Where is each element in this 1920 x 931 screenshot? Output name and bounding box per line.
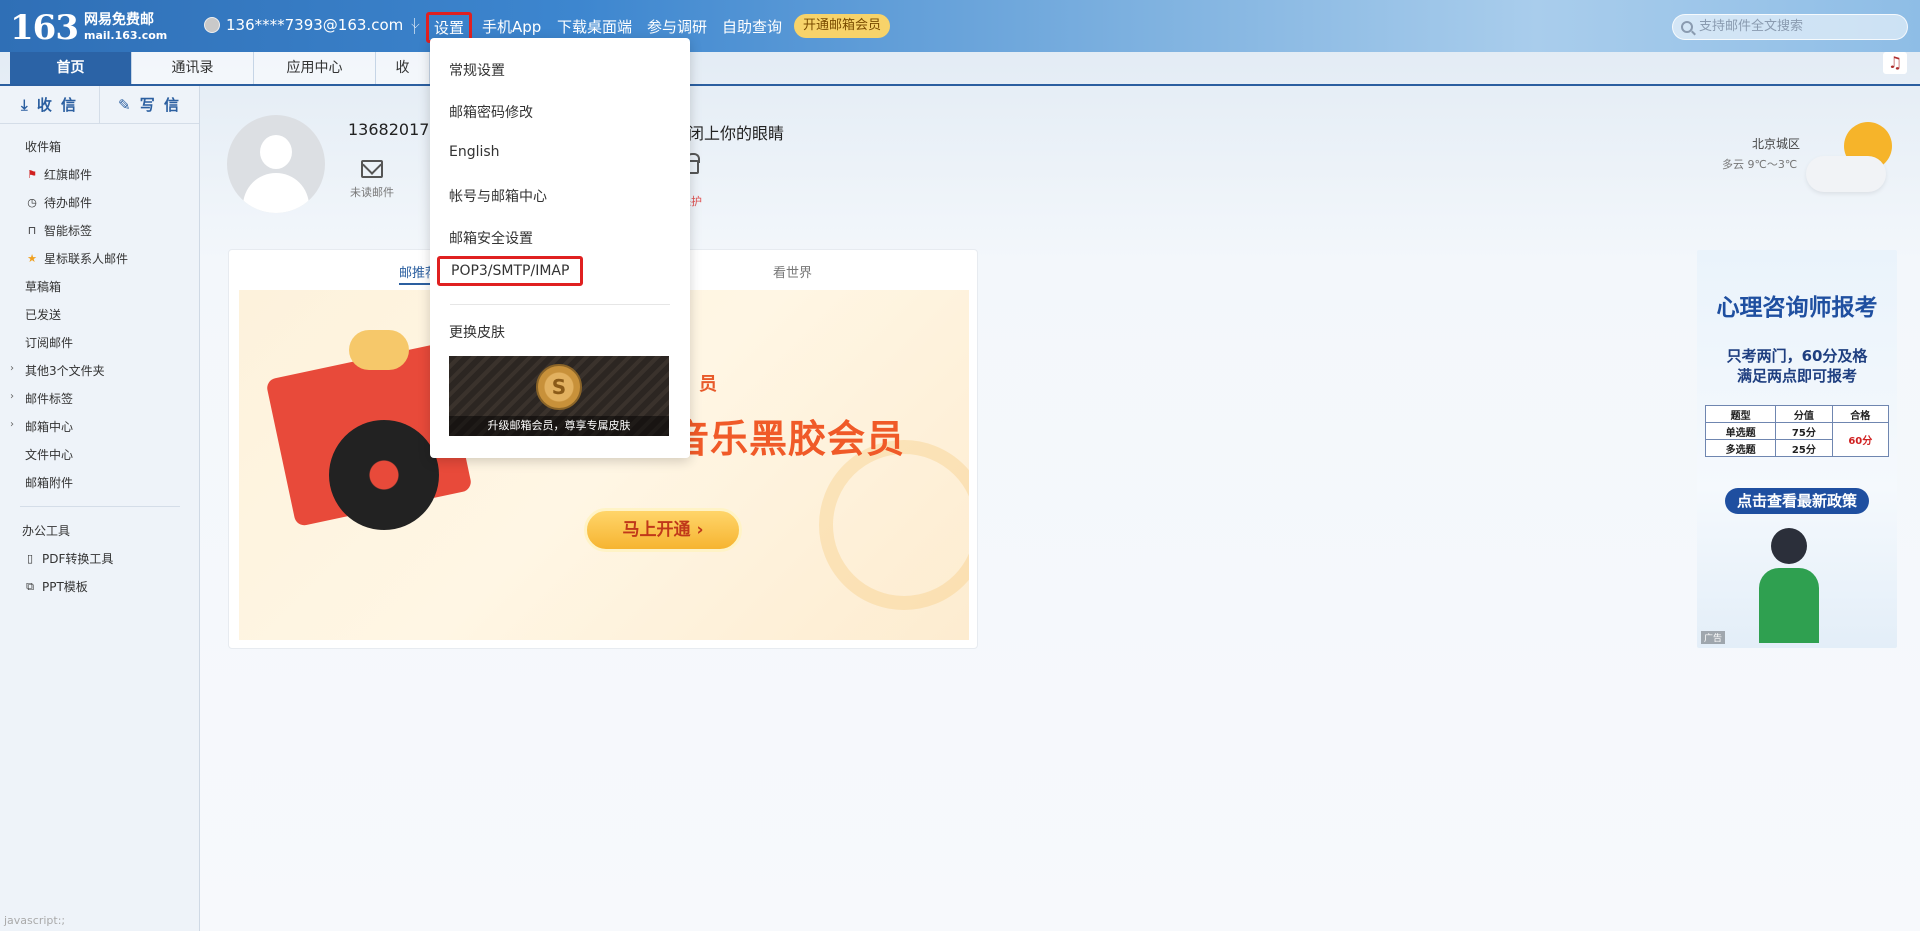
menu-security-settings[interactable]: 邮箱安全设置 bbox=[449, 228, 533, 248]
pdf-file-icon: ▯ bbox=[26, 551, 34, 565]
table-cell: 60分 bbox=[1831, 422, 1890, 457]
ad-score-table: 题型 分值 合格 单选题 75分 60分 多选题 25分 bbox=[1704, 405, 1890, 457]
banner-subtitle: 员 bbox=[699, 374, 717, 395]
search-icon bbox=[1681, 21, 1693, 33]
folder-attachments[interactable]: 邮箱附件 bbox=[25, 474, 73, 491]
folder-starred-contacts[interactable]: ★ 星标联系人邮件 bbox=[26, 250, 128, 267]
chevron-right-icon[interactable]: › bbox=[10, 419, 14, 430]
unread-mail-shortcut[interactable]: 未读邮件 bbox=[342, 160, 402, 200]
folder-mail-center[interactable]: 邮箱中心 bbox=[25, 418, 73, 435]
folder-smart-tags[interactable]: ⊓ 智能标签 bbox=[26, 222, 92, 239]
table-header-cell: 合格 bbox=[1831, 405, 1890, 423]
open-now-button[interactable]: 马上开通 › bbox=[584, 508, 742, 552]
search-input[interactable]: 支持邮件全文搜索 bbox=[1672, 14, 1908, 40]
settings-dropdown: 常规设置 邮箱密码修改 English 帐号与邮箱中心 邮箱安全设置 POP3/… bbox=[430, 38, 690, 458]
chevron-right-icon[interactable]: › bbox=[10, 391, 14, 402]
ad-panel[interactable]: 心理咨询师报考 只考两门，60分及格 满足两点即可报考 题型 分值 合格 单选题… bbox=[1697, 250, 1897, 648]
folder-other[interactable]: 其他3个文件夹 bbox=[25, 362, 105, 379]
skin-promo-text: 升级邮箱会员，尊享专属皮肤 bbox=[449, 416, 669, 436]
tab-bar: 首页 通讯录 应用中心 收 bbox=[0, 52, 1920, 86]
folder-subscriptions[interactable]: 订阅邮件 bbox=[25, 334, 73, 351]
table-cell: 75分 bbox=[1775, 422, 1833, 440]
logo-domain: mail.163.com bbox=[83, 29, 168, 42]
star-icon: ★ bbox=[27, 251, 37, 265]
logo[interactable]: 163 网易免费邮 mail.163.com bbox=[10, 8, 167, 48]
menu-english[interactable]: English bbox=[449, 144, 500, 160]
ad-title: 心理咨询师报考 bbox=[1716, 295, 1878, 321]
tool-ppt-template[interactable]: ⧉ PPT模板 bbox=[24, 578, 88, 595]
menu-password-change[interactable]: 邮箱密码修改 bbox=[449, 102, 533, 122]
account-email: 136****7393@163.com bbox=[226, 16, 404, 34]
nav-self-service[interactable]: 自助查询 bbox=[722, 16, 782, 37]
ad-policy-button[interactable]: 点击查看最新政策 bbox=[1725, 488, 1869, 514]
student-illustration-icon bbox=[1747, 528, 1837, 643]
menu-divider bbox=[450, 304, 670, 305]
ad-label: 广告 bbox=[1701, 631, 1726, 644]
logo-number: 163 bbox=[10, 8, 79, 48]
weather-forecast: 多云 9℃～3℃ bbox=[1722, 158, 1798, 171]
menu-pop3-smtp-imap[interactable]: POP3/SMTP/IMAP bbox=[437, 256, 584, 286]
folder-inbox[interactable]: 收件箱 bbox=[25, 138, 61, 155]
open-vip-button[interactable]: 开通邮箱会员 bbox=[794, 14, 891, 38]
chevron-down-icon: ⌵ bbox=[411, 18, 420, 31]
vinyl-disc-icon bbox=[329, 420, 439, 530]
search-placeholder: 支持邮件全文搜索 bbox=[1699, 19, 1804, 34]
partly-cloudy-icon bbox=[1806, 118, 1896, 198]
compose-button[interactable]: ✎ 写 信 bbox=[99, 86, 199, 123]
menu-account-center[interactable]: 帐号与邮箱中心 bbox=[449, 186, 547, 206]
receive-button[interactable]: ⤓ 收 信 bbox=[0, 86, 99, 123]
username: 13682017 bbox=[348, 120, 430, 139]
chevron-right-icon[interactable]: › bbox=[10, 363, 14, 374]
table-header-cell: 分值 bbox=[1775, 405, 1833, 423]
ad-line-2: 满足两点即可报考 bbox=[1736, 367, 1857, 385]
avatar[interactable] bbox=[227, 115, 325, 213]
table-header-cell: 题型 bbox=[1704, 405, 1777, 423]
top-bar: 163 网易免费邮 mail.163.com 136****7393@163.c… bbox=[0, 0, 1920, 52]
folder-mail-tags[interactable]: 邮件标签 bbox=[25, 390, 73, 407]
tab-inbox[interactable]: 收 bbox=[376, 52, 430, 84]
table-cell: 25分 bbox=[1775, 439, 1833, 457]
logo-name: 网易免费邮 bbox=[83, 12, 154, 28]
tab-contacts[interactable]: 通讯录 bbox=[132, 52, 254, 84]
sidebar-divider bbox=[20, 506, 180, 507]
tab-home[interactable]: 首页 bbox=[10, 52, 132, 84]
tab-world[interactable]: 看世界 bbox=[773, 262, 812, 281]
vip-coin-icon: S bbox=[536, 364, 582, 410]
tab-app-center[interactable]: 应用中心 bbox=[254, 52, 376, 84]
nav-separator bbox=[414, 18, 415, 34]
account-menu[interactable]: 136****7393@163.com ⌵ bbox=[204, 16, 420, 34]
coin-watermark-icon bbox=[819, 440, 969, 610]
menu-general-settings[interactable]: 常规设置 bbox=[449, 60, 505, 80]
edit-icon: ✎ bbox=[117, 96, 140, 114]
skin-promo-banner[interactable]: S 升级邮箱会员，尊享专属皮肤 bbox=[449, 356, 669, 436]
clock-icon: ◷ bbox=[27, 195, 37, 209]
status-bar-text: javascript:; bbox=[4, 914, 66, 927]
nav-mobile-app[interactable]: 手机App bbox=[482, 16, 541, 37]
ad-line-1: 只考两门，60分及格 bbox=[1726, 347, 1868, 365]
table-cell: 单选题 bbox=[1704, 422, 1777, 440]
folder-flagged[interactable]: ⚑ 红旗邮件 bbox=[26, 166, 92, 183]
music-icon[interactable]: ♫ bbox=[1883, 52, 1907, 74]
tool-pdf-convert[interactable]: ▯ PDF转换工具 bbox=[24, 550, 113, 567]
ppt-file-icon: ⧉ bbox=[26, 579, 34, 593]
envelope-icon bbox=[361, 160, 383, 178]
folder-file-center[interactable]: 文件中心 bbox=[25, 446, 73, 463]
menu-change-skin[interactable]: 更换皮肤 bbox=[449, 322, 505, 342]
nav-survey[interactable]: 参与调研 bbox=[647, 16, 707, 37]
table-cell: 多选题 bbox=[1704, 439, 1777, 457]
folder-todo[interactable]: ◷ 待办邮件 bbox=[26, 194, 92, 211]
download-icon: ⤓ bbox=[20, 96, 37, 114]
office-tools-title: 办公工具 bbox=[22, 524, 71, 538]
folder-drafts[interactable]: 草稿箱 bbox=[25, 278, 61, 295]
banner-title: 音乐黑胶会员 bbox=[671, 417, 906, 461]
flag-icon: ⚑ bbox=[27, 167, 37, 181]
sidebar: ⤓ 收 信 ✎ 写 信 收件箱 ⚑ 红旗邮件 ◷ 待办邮件 ⊓ 智能标签 ★ 星标联系人… bbox=[0, 86, 200, 931]
folder-sent[interactable]: 已发送 bbox=[25, 306, 61, 323]
nav-download-desktop[interactable]: 下载桌面端 bbox=[557, 16, 632, 37]
account-avatar-icon bbox=[204, 17, 220, 33]
bookmark-icon: ⊓ bbox=[27, 223, 37, 237]
weather-city: 北京城区 bbox=[1752, 137, 1801, 151]
